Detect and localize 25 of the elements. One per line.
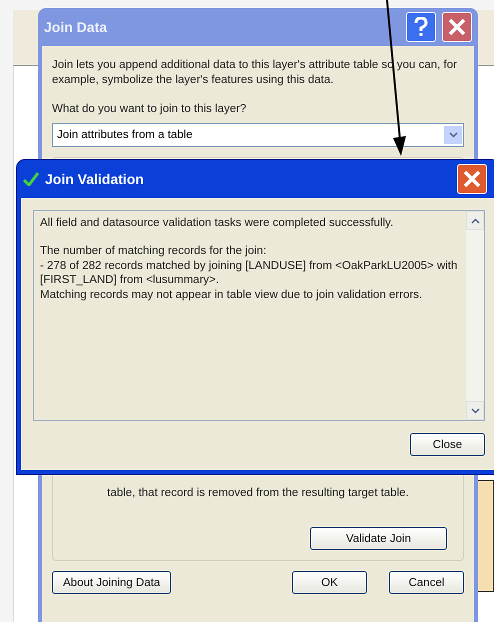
chevron-up-icon <box>470 218 480 224</box>
message-line: All field and datasource validation tasks were completed successfully. <box>40 216 394 230</box>
ok-button[interactable]: OK <box>292 571 367 594</box>
scrollbar[interactable] <box>466 211 484 420</box>
message-line: Matching records may not appear in table view due to join validation errors. <box>40 288 424 302</box>
close-icon <box>448 18 466 36</box>
question-label: What do you want to join to this layer? <box>52 102 248 117</box>
join-type-dropdown[interactable]: Join attributes from a table <box>52 122 464 147</box>
note-text: table, that record is removed from the resulting target table. <box>106 486 410 501</box>
validate-join-button[interactable]: Validate Join <box>310 527 447 550</box>
close-button[interactable] <box>457 164 487 194</box>
cancel-button[interactable]: Cancel <box>389 571 464 594</box>
chevron-down-icon <box>448 132 458 138</box>
help-button[interactable] <box>406 12 436 42</box>
close-dialog-button[interactable]: Close <box>410 433 485 456</box>
check-icon <box>23 172 39 186</box>
close-button[interactable] <box>442 12 472 42</box>
message-line: The number of matching records for the join: <box>40 244 268 259</box>
window-title: Join Validation <box>45 171 145 187</box>
help-icon <box>414 17 428 37</box>
chevron-down-icon <box>470 408 480 414</box>
about-joining-data-button[interactable]: About Joining Data <box>52 571 172 594</box>
close-icon <box>463 170 481 188</box>
message-line: - 278 of 282 records matched by joining [LANDUSE] from <OakParkLU2005> with [FIRST_LAND] from <lusummary>. <box>40 258 458 288</box>
window-title: Join Data <box>44 19 108 35</box>
